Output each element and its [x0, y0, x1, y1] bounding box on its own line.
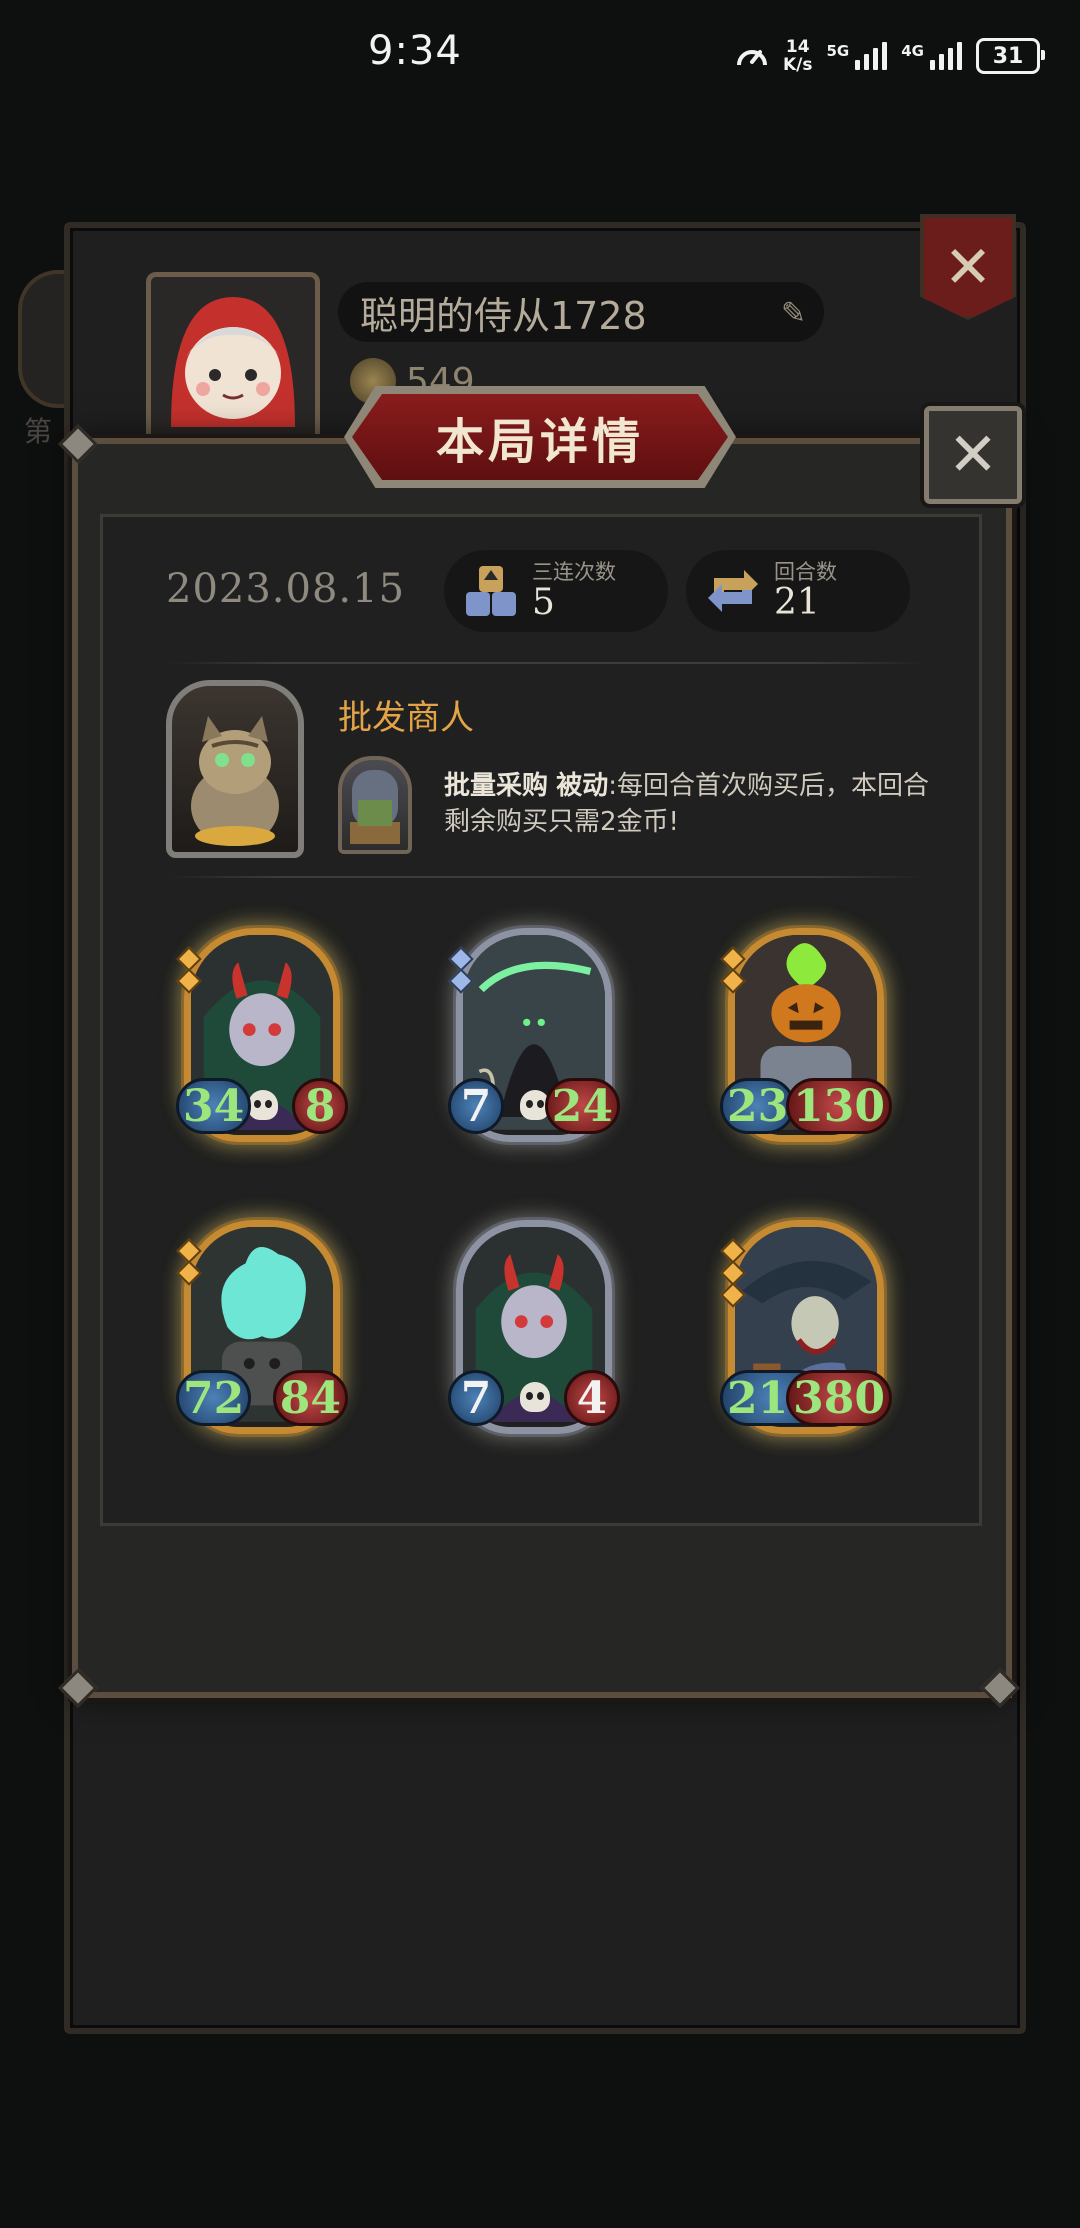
- round-count-stat: 回合数 21: [686, 550, 910, 632]
- minion-card[interactable]: 213 380: [720, 1220, 892, 1442]
- signal-4g-label: 4G: [901, 42, 924, 60]
- skill-name: 批量采购: [444, 771, 549, 801]
- close-icon: ✕: [947, 420, 999, 490]
- close-button[interactable]: ✕: [924, 406, 1022, 504]
- gem-icon: [448, 968, 474, 994]
- red-hood-girl-icon: [171, 297, 295, 427]
- cat-merchant-icon: [191, 716, 279, 846]
- card-attack: 7: [448, 1370, 504, 1426]
- triple-count-stat: 三连次数 5: [444, 550, 668, 632]
- gem-icon: [176, 1260, 202, 1286]
- card-health: 24: [544, 1078, 620, 1134]
- gem-icon: [720, 968, 746, 994]
- battery-icon: 31: [976, 38, 1045, 74]
- signal-4g-icon: 4G: [901, 42, 962, 70]
- card-attack: 23: [720, 1078, 796, 1134]
- star-gems: [720, 946, 746, 994]
- stat-value: 21: [774, 582, 820, 623]
- hero-name: 批发商人: [338, 698, 474, 738]
- speedometer-icon: [736, 50, 767, 66]
- skill-description: 批量采购 被动:每回合首次购买后，本回合剩余购买只需2金币!: [444, 768, 954, 840]
- card-attack: 34: [176, 1078, 252, 1134]
- stat-value: 5: [532, 582, 555, 623]
- background-side-label: 第: [24, 415, 53, 448]
- net-speed-value: 14: [785, 37, 810, 57]
- minion-card[interactable]: 23 130: [720, 928, 892, 1150]
- pencil-icon[interactable]: ✎: [781, 296, 806, 331]
- star-gems: [720, 1238, 746, 1308]
- divider: [166, 662, 928, 664]
- divider: [166, 876, 928, 878]
- hero-portrait[interactable]: [166, 680, 304, 858]
- signal-5g-icon: 5G: [827, 42, 888, 70]
- triple-stack-icon: [466, 566, 516, 616]
- star-gems: [176, 946, 202, 994]
- skill-type: 被动: [556, 771, 609, 801]
- skill-icon[interactable]: [338, 756, 412, 854]
- player-avatar[interactable]: [146, 272, 320, 446]
- close-icon: ✕: [943, 233, 993, 301]
- status-icons: 14 K/s 5G 4G 31: [735, 34, 1045, 78]
- status-time: 9:34: [368, 28, 462, 74]
- battery-level: 31: [992, 43, 1024, 69]
- card-health: 84: [272, 1370, 348, 1426]
- card-health: 380: [786, 1370, 892, 1426]
- panel-title: 本局详情: [352, 394, 728, 480]
- card-attack: 7: [448, 1078, 504, 1134]
- net-speed: 14 K/s: [783, 38, 813, 74]
- gem-icon: [176, 968, 202, 994]
- skull-icon: [520, 1382, 550, 1412]
- refresh-arrows-icon: [708, 570, 758, 612]
- signal-5g-label: 5G: [826, 42, 850, 60]
- match-date: 2023.08.15: [166, 566, 406, 612]
- card-health: 4: [564, 1370, 620, 1426]
- minion-card[interactable]: 34 8: [176, 928, 348, 1150]
- player-name-field[interactable]: 聪明的侍从1728 ✎: [338, 282, 824, 342]
- bulk-purchase-icon: [350, 770, 400, 844]
- player-name: 聪明的侍从1728: [360, 293, 647, 338]
- card-health: 130: [786, 1078, 892, 1134]
- skull-icon: [248, 1090, 278, 1120]
- card-health: 8: [292, 1078, 348, 1134]
- minion-card[interactable]: 72 84: [176, 1220, 348, 1442]
- status-bar: 9:34 14 K/s 5G 4G 31: [0, 0, 1080, 110]
- minion-card[interactable]: 74: [448, 1220, 620, 1442]
- star-gems: [176, 1238, 202, 1286]
- card-attack: 72: [176, 1370, 252, 1426]
- minion-card[interactable]: 7 24: [448, 928, 620, 1150]
- gem-icon: [720, 1282, 746, 1308]
- net-speed-unit: K/s: [782, 55, 813, 75]
- star-gems: [448, 946, 474, 994]
